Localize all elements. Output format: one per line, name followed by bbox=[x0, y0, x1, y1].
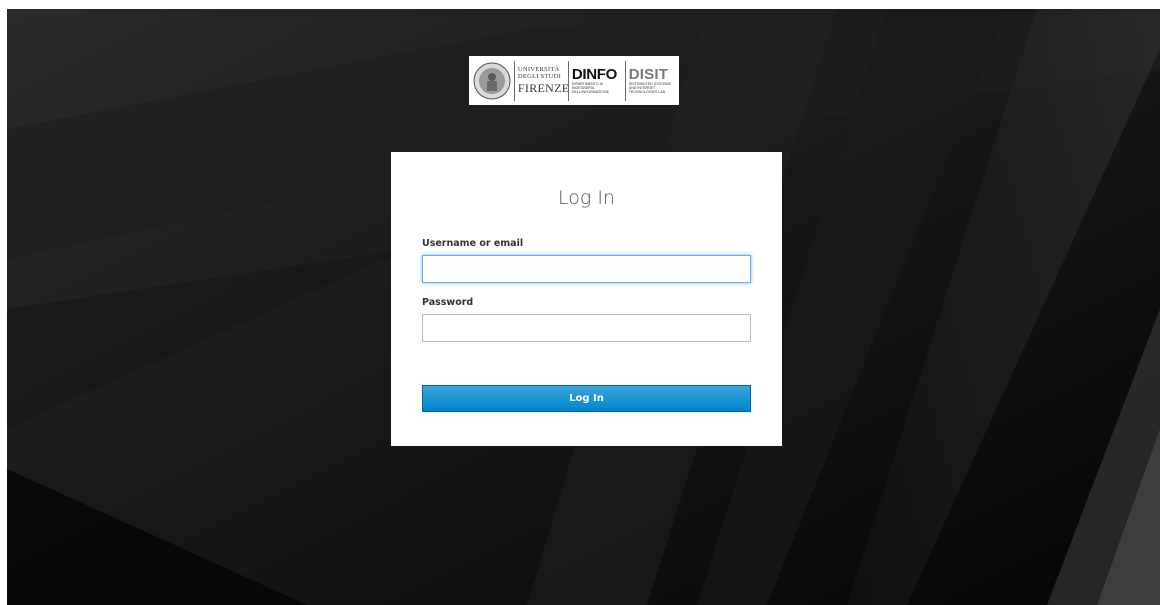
logo-divider bbox=[567, 60, 569, 101]
university-name: UNIVERSITÀ DEGLI STUDI FIRENZE bbox=[517, 66, 570, 95]
page-background: UNIVERSITÀ DEGLI STUDI FIRENZE DINFO DIP… bbox=[7, 9, 1160, 605]
username-label: Username or email bbox=[422, 238, 524, 249]
login-card: Log In Username or email Password Log In bbox=[391, 152, 782, 446]
university-seal-icon bbox=[473, 62, 511, 100]
password-input[interactable] bbox=[422, 314, 751, 342]
logo-divider bbox=[514, 60, 515, 101]
disit-logo: DISIT DISTRIBUTED SYSTEMS AND INTERNET T… bbox=[628, 66, 671, 94]
dinfo-logo: DINFO DIPARTIMENTO DI INGEGNERIA DELL'IN… bbox=[571, 66, 618, 94]
login-button[interactable]: Log In bbox=[422, 385, 751, 412]
institution-logo: UNIVERSITÀ DEGLI STUDI FIRENZE DINFO DIP… bbox=[469, 56, 679, 105]
username-input[interactable] bbox=[422, 255, 751, 283]
login-title: Log In bbox=[558, 187, 615, 209]
password-label: Password bbox=[422, 297, 474, 308]
logo-divider bbox=[624, 60, 626, 101]
